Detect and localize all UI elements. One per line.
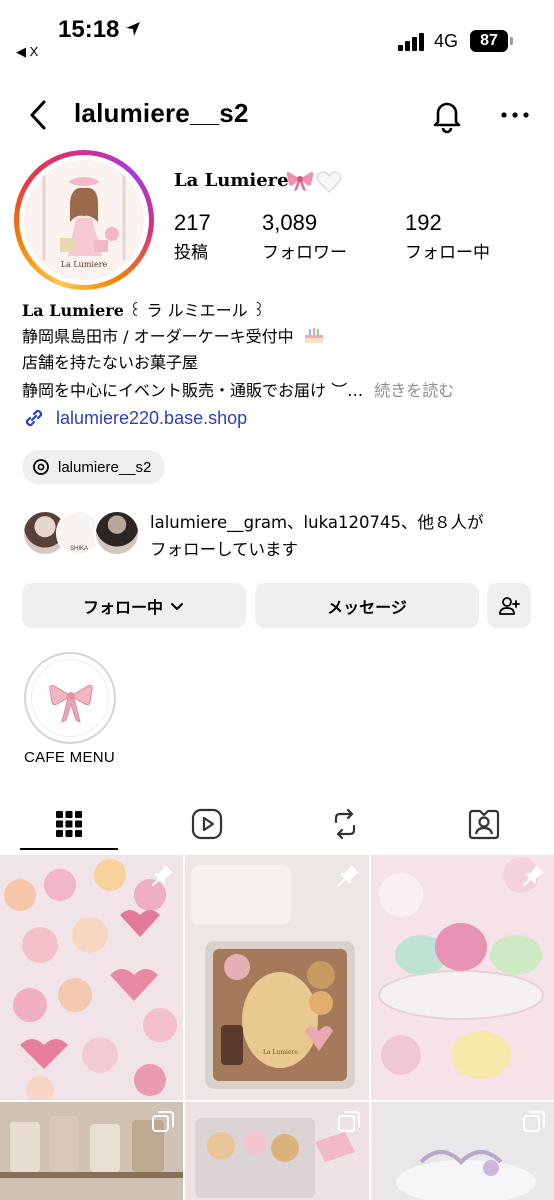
- bio-location-text: 静岡県島田市 / オーダーケーキ受付中: [22, 327, 294, 346]
- external-link[interactable]: lalumiere220.base.shop: [22, 406, 247, 430]
- threads-badge[interactable]: lalumiere__s2: [22, 450, 166, 484]
- multiple-images-icon: [152, 1111, 174, 1132]
- profile-avatar[interactable]: La Lumiere: [14, 150, 154, 290]
- read-more-link[interactable]: 続きを読む: [374, 381, 454, 400]
- followers-count: 3,089: [262, 210, 318, 235]
- bio-line-4: 静岡を中心にイベント販売・通販でお届け ︶… 続きを読む: [22, 377, 454, 401]
- ribbon-icon: [49, 685, 93, 723]
- chocolates-image: [0, 855, 183, 1100]
- message-button[interactable]: メッセージ: [255, 583, 479, 628]
- avatar-illustration: La Lumiere: [24, 160, 144, 280]
- location-arrow-icon: [126, 22, 140, 36]
- avatar-border: La Lumiere: [19, 155, 149, 285]
- profile-display-name: La Lumiere: [174, 170, 289, 191]
- cookie-brand-text: La Lumiere: [263, 1049, 298, 1056]
- network-type: 4G: [434, 31, 459, 51]
- profile-tabs: [0, 795, 554, 853]
- battery-level: 87: [470, 30, 508, 52]
- following-label: フォロー中: [405, 243, 490, 263]
- link-icon: [25, 409, 43, 427]
- post-bear-cookies[interactable]: [185, 1102, 369, 1200]
- status-time: 15:18: [58, 16, 120, 43]
- bio-sales-text: 静岡を中心にイベント販売・通販でお届け ︶…: [22, 381, 364, 400]
- mutual-followers-text[interactable]: lalumiere__gram、luka120745、他８人が フォローしていま…: [150, 509, 483, 563]
- tab-reels[interactable]: [138, 795, 276, 853]
- cake-emoji-icon: [304, 328, 323, 343]
- tab-tagged[interactable]: [415, 795, 553, 853]
- profile-header: lalumiere__s2: [0, 92, 554, 138]
- cellular-signal-icon: [398, 33, 424, 51]
- avatar: [94, 510, 140, 556]
- mutual-follower-avatars[interactable]: SHIKA: [22, 510, 140, 556]
- chevron-down-icon: [171, 602, 183, 610]
- post-macarons[interactable]: [371, 855, 554, 1100]
- back-to-app-link[interactable]: ◀ X: [16, 44, 38, 60]
- white-heart-emoji-icon: [316, 171, 342, 193]
- highlight-cover: [31, 659, 109, 737]
- stat-followers[interactable]: 3,089 フォロワー: [262, 210, 347, 263]
- battery-tip: [510, 37, 513, 45]
- highlight-label: CAFE MENU: [24, 749, 116, 766]
- active-tab-indicator: [20, 848, 118, 850]
- add-person-button[interactable]: [487, 583, 531, 628]
- posts-grid: La Lumiere: [0, 855, 554, 1200]
- story-highlight-cafe-menu[interactable]: CAFE MENU: [24, 652, 118, 766]
- mutual-line-2: フォローしています: [150, 540, 299, 559]
- cookie-tin-image: [185, 855, 369, 1100]
- pin-icon: [152, 865, 173, 886]
- following-button-label: フォロー中: [82, 597, 163, 617]
- followers-label: フォロワー: [262, 243, 347, 263]
- back-chevron-icon[interactable]: [24, 98, 54, 132]
- post-chocolates[interactable]: [0, 855, 183, 1100]
- repost-icon: [334, 808, 356, 840]
- bio-line-1: La Lumiere ꒰ ラ ルミエール ꒱: [22, 297, 265, 321]
- following-count: 192: [405, 210, 442, 235]
- bio-name: La Lumiere: [22, 301, 124, 320]
- avatar-caption: SHIKA: [69, 546, 88, 552]
- tab-posts-grid[interactable]: [0, 795, 138, 853]
- bio-katakana: ꒰ ラ ルミエール ꒱: [123, 301, 266, 320]
- threads-username: lalumiere__s2: [58, 458, 152, 476]
- threads-icon: [33, 459, 49, 475]
- post-jars[interactable]: [0, 1102, 183, 1200]
- avatar-brand-text: La Lumiere: [60, 260, 108, 269]
- add-person-icon: [499, 596, 520, 615]
- reels-icon: [191, 808, 223, 840]
- message-button-label: メッセージ: [327, 597, 407, 617]
- tab-reposts[interactable]: [276, 795, 414, 853]
- more-options-icon[interactable]: [498, 100, 532, 130]
- external-link-text: lalumiere220.base.shop: [56, 407, 248, 428]
- ribbon-emoji-icon: [286, 171, 314, 191]
- mutual-line-1: lalumiere__gram、luka120745、他８人が: [150, 513, 484, 532]
- multiple-images-icon: [338, 1111, 360, 1132]
- bell-icon[interactable]: [428, 96, 466, 134]
- bio-line-2: 静岡県島田市 / オーダーケーキ受付中: [22, 323, 325, 347]
- post-white-cake[interactable]: [371, 1102, 554, 1200]
- post-cookie-tin[interactable]: La Lumiere: [185, 855, 369, 1100]
- multiple-images-icon: [523, 1111, 545, 1132]
- profile-username: lalumiere__s2: [74, 98, 249, 128]
- stat-posts[interactable]: 217 投稿: [174, 210, 211, 263]
- stat-following[interactable]: 192 フォロー中: [405, 210, 490, 263]
- status-bar: 15:18 ◀ X 4G 87: [0, 0, 554, 70]
- pin-icon: [523, 865, 544, 886]
- posts-count: 217: [174, 210, 211, 235]
- posts-label: 投稿: [174, 243, 208, 263]
- highlight-ring: [24, 652, 116, 744]
- grid-icon: [56, 811, 82, 837]
- bio-line-3: 店舗を持たないお菓子屋: [22, 353, 199, 372]
- pin-icon: [338, 865, 359, 886]
- following-button[interactable]: フォロー中: [22, 583, 246, 628]
- macarons-image: [371, 855, 554, 1100]
- tagged-icon: [468, 809, 500, 840]
